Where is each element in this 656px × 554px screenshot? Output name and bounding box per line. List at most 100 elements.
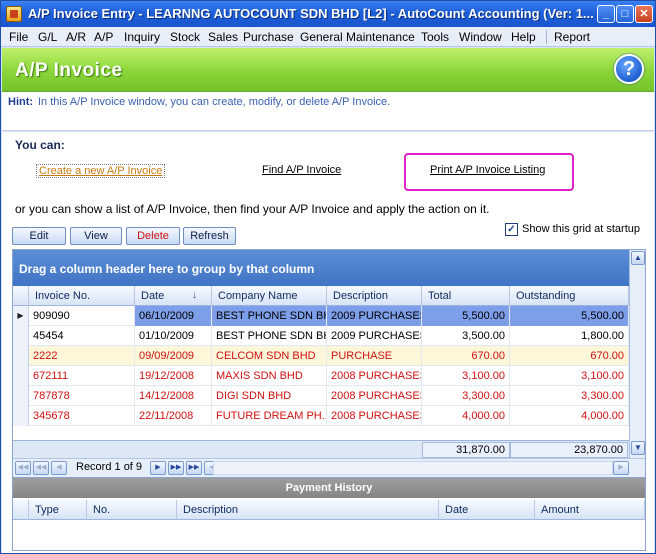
- row-indicator[interactable]: [13, 386, 29, 406]
- vertical-scrollbar[interactable]: ▲ ▼: [629, 250, 645, 458]
- col-total[interactable]: Total: [422, 286, 510, 306]
- cell-company: DIGI SDN BHD: [212, 386, 327, 406]
- cell-invoice-no: 345678: [29, 406, 135, 426]
- menu-purchase[interactable]: Purchase: [243, 30, 294, 44]
- group-by-hint: Drag a column header here to group by th…: [19, 262, 315, 276]
- menu-inquiry[interactable]: Inquiry: [124, 30, 160, 44]
- group-by-panel[interactable]: Drag a column header here to group by th…: [13, 250, 629, 286]
- next-record-icon[interactable]: ▶: [150, 461, 166, 475]
- maximize-button[interactable]: □: [616, 5, 634, 23]
- table-row[interactable]: 345678 22/11/2008 FUTURE DREAM PH... 2008 P…: [13, 406, 629, 426]
- cell-invoice-no: 45454: [29, 326, 135, 346]
- prev-record-icon[interactable]: ◀: [51, 461, 67, 475]
- total-sum: 31,870.00: [422, 442, 510, 458]
- row-indicator-header: [13, 286, 29, 306]
- view-button[interactable]: View: [70, 227, 122, 245]
- show-grid-checkbox[interactable]: ✓: [505, 223, 518, 236]
- ph-col-date[interactable]: Date: [439, 500, 535, 520]
- row-indicator[interactable]: [13, 406, 29, 426]
- scroll-down-icon[interactable]: ▼: [631, 441, 645, 455]
- cell-total: 4,000.00: [422, 406, 510, 426]
- main-content: You can: Create a new A/P Invoice Find A…: [2, 132, 654, 553]
- table-row[interactable]: 787878 14/12/2008 DIGI SDN BHD 2008 PURCHAS…: [13, 386, 629, 406]
- cell-outstanding: 1,800.00: [510, 326, 629, 346]
- row-indicator[interactable]: [13, 366, 29, 386]
- payment-history-panel: Payment History Type No. Description Dat…: [12, 477, 646, 551]
- delete-button[interactable]: Delete: [126, 227, 180, 245]
- menu-general-maintenance[interactable]: General Maintenance: [300, 30, 415, 44]
- cell-invoice-no: 2222: [29, 346, 135, 366]
- create-invoice-link[interactable]: Create a new A/P Invoice: [36, 164, 166, 178]
- menu-tools[interactable]: Tools: [421, 30, 449, 44]
- menu-ar[interactable]: A/R: [66, 30, 86, 44]
- edit-button[interactable]: Edit: [12, 227, 66, 245]
- table-row[interactable]: 672111 19/12/2008 MAXIS SDN BHD 2008 PURCHA…: [13, 366, 629, 386]
- cell-company: FUTURE DREAM PH...: [212, 406, 327, 426]
- scroll-up-icon[interactable]: ▲: [631, 251, 645, 265]
- menu-window[interactable]: Window: [459, 30, 502, 44]
- cell-invoice-no: 909090: [29, 306, 135, 326]
- you-can-heading: You can:: [15, 138, 65, 152]
- col-company-name[interactable]: Company Name: [212, 286, 327, 306]
- menu-report[interactable]: Report: [554, 30, 590, 44]
- ph-col-description[interactable]: Description: [177, 500, 439, 520]
- hint-bar: Hint: In this A/P Invoice window, you ca…: [2, 92, 654, 131]
- cell-invoice-no: 787878: [29, 386, 135, 406]
- ph-col-no[interactable]: No.: [87, 500, 177, 520]
- page-header: A/P Invoice ?: [2, 48, 654, 92]
- table-row[interactable]: 45454 01/10/2009 BEST PHONE SDN BHD 2009 PU…: [13, 326, 629, 346]
- ph-col-amount[interactable]: Amount: [535, 500, 645, 520]
- col-date-label: Date: [141, 290, 165, 302]
- col-description[interactable]: Description: [327, 286, 422, 306]
- menu-help[interactable]: Help: [511, 30, 536, 44]
- payment-history-header: Type No. Description Date Amount: [13, 500, 645, 520]
- record-navigator: ◀◀ ◀◀ ◀ Record 1 of 9 ▶ ▶▶ ▶▶ ◀ ▶: [13, 458, 645, 477]
- table-row[interactable]: 2222 09/09/2009 CELCOM SDN BHD PURCHASE 670.…: [13, 346, 629, 366]
- instruction-text: or you can show a list of A/P Invoice, t…: [15, 202, 490, 216]
- menu-file[interactable]: File: [9, 30, 28, 44]
- menu-stock[interactable]: Stock: [170, 30, 200, 44]
- menu-sales[interactable]: Sales: [208, 30, 238, 44]
- table-row[interactable]: ▶ 909090 06/10/2009 BEST PHONE SDN BHD 2009 …: [13, 306, 629, 326]
- cell-description: 2008 PURCHASES: [327, 406, 422, 426]
- minimize-button[interactable]: _: [597, 5, 615, 23]
- cell-date: 06/10/2009: [135, 306, 212, 326]
- scroll-right-icon[interactable]: ▶: [613, 461, 629, 475]
- next-page-icon[interactable]: ▶▶: [168, 461, 184, 475]
- cell-company: BEST PHONE SDN BHD: [212, 306, 327, 326]
- outstanding-sum: 23,870.00: [510, 442, 628, 458]
- hint-text: In this A/P Invoice window, you can crea…: [38, 96, 391, 108]
- current-row-indicator-icon[interactable]: ▶: [13, 306, 29, 326]
- first-record-icon[interactable]: ◀◀: [15, 461, 31, 475]
- close-button[interactable]: ✕: [635, 5, 653, 23]
- app-icon: [6, 6, 22, 22]
- help-icon[interactable]: ?: [614, 54, 644, 84]
- prev-page-icon[interactable]: ◀◀: [33, 461, 49, 475]
- cell-outstanding: 5,500.00: [510, 306, 629, 326]
- col-date[interactable]: Date ↓: [135, 286, 212, 306]
- col-invoice-no[interactable]: Invoice No.: [29, 286, 135, 306]
- last-record-icon[interactable]: ▶▶: [186, 461, 202, 475]
- cell-total: 3,500.00: [422, 326, 510, 346]
- cell-invoice-no: 672111: [29, 366, 135, 386]
- menu-ap[interactable]: A/P: [94, 30, 113, 44]
- col-outstanding[interactable]: Outstanding: [510, 286, 629, 306]
- title-bar[interactable]: A/P Invoice Entry - LEARNNG AUTOCOUNT SD…: [1, 1, 655, 27]
- row-indicator[interactable]: [13, 346, 29, 366]
- cell-description: 2009 PURCHASES: [327, 326, 422, 346]
- print-listing-link[interactable]: Print A/P Invoice Listing: [430, 164, 545, 176]
- refresh-button[interactable]: Refresh: [183, 227, 236, 245]
- row-indicator[interactable]: [13, 326, 29, 346]
- cell-total: 3,100.00: [422, 366, 510, 386]
- find-invoice-link[interactable]: Find A/P Invoice: [262, 164, 341, 176]
- horizontal-scrollbar[interactable]: [213, 461, 613, 475]
- ph-col-type[interactable]: Type: [29, 500, 87, 520]
- cell-outstanding: 670.00: [510, 346, 629, 366]
- grid-footer: 31,870.00 23,870.00: [13, 440, 629, 458]
- menu-gl[interactable]: G/L: [38, 30, 57, 44]
- cell-outstanding: 3,300.00: [510, 386, 629, 406]
- cell-total: 670.00: [422, 346, 510, 366]
- cell-outstanding: 4,000.00: [510, 406, 629, 426]
- cell-description: PURCHASE: [327, 346, 422, 366]
- payment-history-title[interactable]: Payment History: [13, 478, 645, 498]
